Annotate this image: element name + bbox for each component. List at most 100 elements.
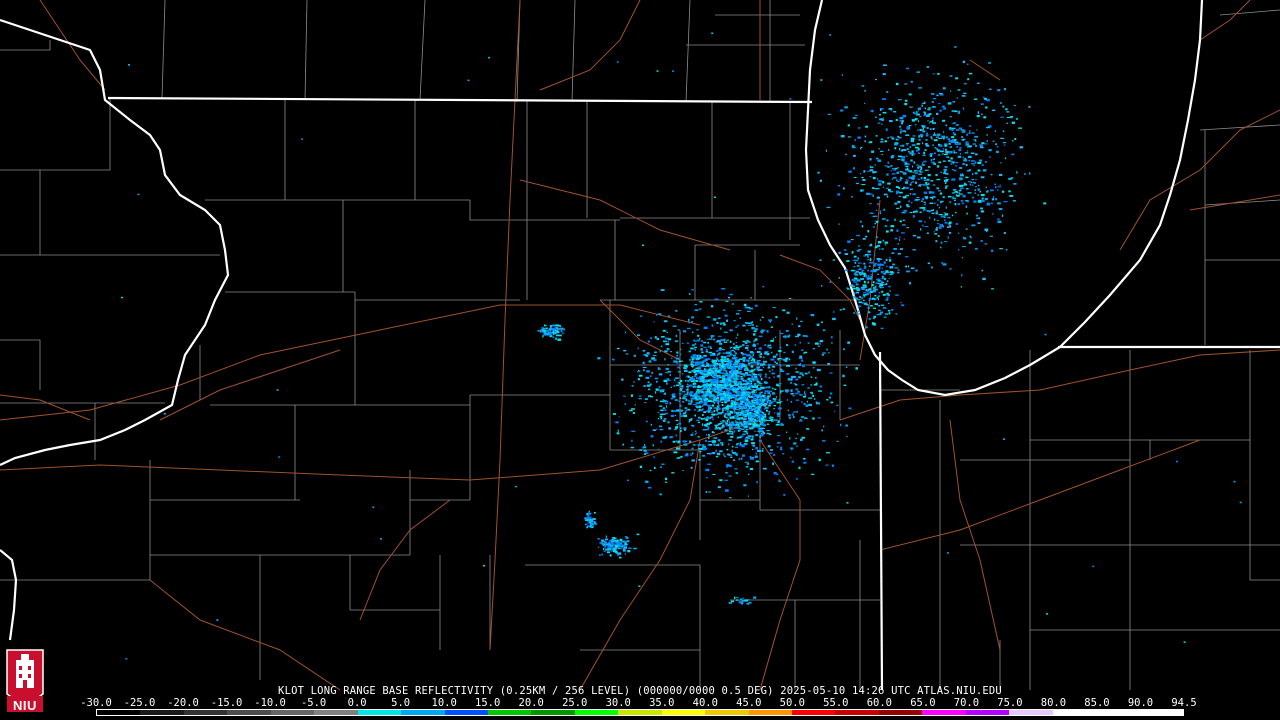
echo-pixel	[774, 388, 777, 391]
echo-pixel	[926, 127, 929, 129]
echo-pixel	[733, 391, 738, 393]
echo-pixel	[848, 407, 852, 410]
echo-pixel	[683, 364, 688, 367]
echo-pixel	[996, 189, 999, 191]
echo-pixel	[820, 321, 823, 324]
echo-pixel	[949, 116, 952, 118]
echo-pixel	[892, 263, 896, 266]
echo-pixel	[730, 600, 734, 603]
echo-pixel	[983, 96, 985, 99]
scale-label: 35.0	[649, 697, 675, 709]
echo-pixel	[712, 418, 714, 420]
echo-pixel	[614, 544, 618, 548]
echo-pixel	[687, 327, 691, 330]
echo-pixel	[887, 303, 890, 304]
scale-swatch	[140, 710, 184, 715]
echo-pixel	[603, 550, 606, 552]
echo-pixel	[882, 181, 885, 184]
echo-pixel	[724, 386, 726, 388]
echo-pixel	[761, 414, 765, 417]
echo-pixel	[705, 424, 708, 426]
echo-pixel	[694, 396, 697, 399]
echo-pixel	[650, 423, 652, 426]
echo-pixel	[735, 326, 738, 328]
echo-pixel	[735, 337, 737, 339]
echo-pixel	[633, 381, 635, 383]
echo-pixel	[773, 376, 775, 378]
echo-pixel	[714, 424, 718, 427]
echo-pixel	[717, 403, 719, 406]
echo-pixel	[705, 364, 710, 367]
echo-pixel	[868, 297, 872, 300]
echo-pixel	[968, 72, 973, 75]
echo-pixel	[718, 380, 721, 384]
echo-pixel	[878, 180, 882, 183]
echo-pixel	[728, 475, 732, 477]
echo-pixel	[682, 401, 685, 403]
echo-pixel	[940, 171, 942, 174]
echo-pixel	[908, 200, 910, 203]
echo-pixel	[749, 351, 753, 354]
echo-pixel	[944, 221, 948, 224]
scale-swatch	[878, 710, 923, 715]
echo-pixel	[750, 418, 752, 420]
echo-pixel	[744, 422, 746, 425]
echo-pixel	[932, 73, 935, 75]
echo-pixel	[1024, 173, 1026, 175]
echo-pixel	[718, 348, 722, 351]
echo-pixel	[742, 354, 744, 356]
echo-pixel	[756, 400, 760, 402]
echo-pixel	[866, 304, 869, 306]
echo-pixel	[846, 287, 849, 289]
echo-pixel	[986, 230, 988, 233]
echo-pixel	[856, 313, 861, 315]
echo-pixel	[907, 170, 910, 172]
echo-pixel	[679, 379, 683, 383]
echo-pixel	[701, 356, 704, 359]
echo-pixel	[749, 362, 753, 364]
echo-pixel	[723, 380, 725, 383]
echo-pixel	[886, 91, 889, 93]
echo-pixel	[881, 281, 884, 284]
echo-pixel	[760, 384, 762, 387]
echo-pixel	[980, 176, 985, 179]
echo-pixel	[1002, 130, 1005, 133]
echo-pixel	[901, 122, 903, 125]
echo-pixel	[989, 189, 994, 192]
echo-pixel	[665, 367, 669, 370]
echo-pixel	[876, 196, 880, 199]
echo-pixel	[1013, 104, 1016, 106]
echo-pixel	[757, 405, 761, 408]
echo-pixel	[936, 226, 938, 229]
echo-pixel	[691, 432, 694, 434]
echo-pixel	[555, 324, 559, 327]
echo-pixel	[920, 135, 923, 138]
echo-pixel	[812, 417, 815, 420]
echo-pixel	[758, 428, 763, 431]
echo-pixel	[745, 429, 749, 431]
echo-pixel	[695, 430, 697, 432]
echo-pixel	[712, 368, 715, 370]
echo-pixel	[742, 387, 746, 389]
echo-pixel	[759, 353, 761, 356]
echo-pixel	[922, 161, 924, 165]
echo-pixel	[721, 404, 724, 406]
echo-pixel	[685, 398, 687, 401]
echo-pixel	[718, 352, 721, 354]
echo-pixel	[895, 82, 899, 86]
echo-pixel	[937, 219, 939, 222]
echo-pixel	[656, 314, 658, 316]
scale-swatch	[531, 710, 575, 715]
echo-pixel	[999, 184, 1001, 186]
echo-pixel	[650, 395, 653, 398]
echo-pixel	[945, 152, 949, 154]
echo-pixel	[974, 153, 978, 156]
echo-pixel	[672, 410, 677, 412]
echo-pixel	[974, 189, 976, 191]
echo-pixel	[981, 197, 984, 200]
echo-pixel	[827, 362, 831, 365]
echo-pixel	[873, 270, 877, 273]
echo-pixel	[543, 331, 547, 334]
echo-pixel	[875, 157, 879, 160]
echo-pixel	[756, 343, 759, 345]
